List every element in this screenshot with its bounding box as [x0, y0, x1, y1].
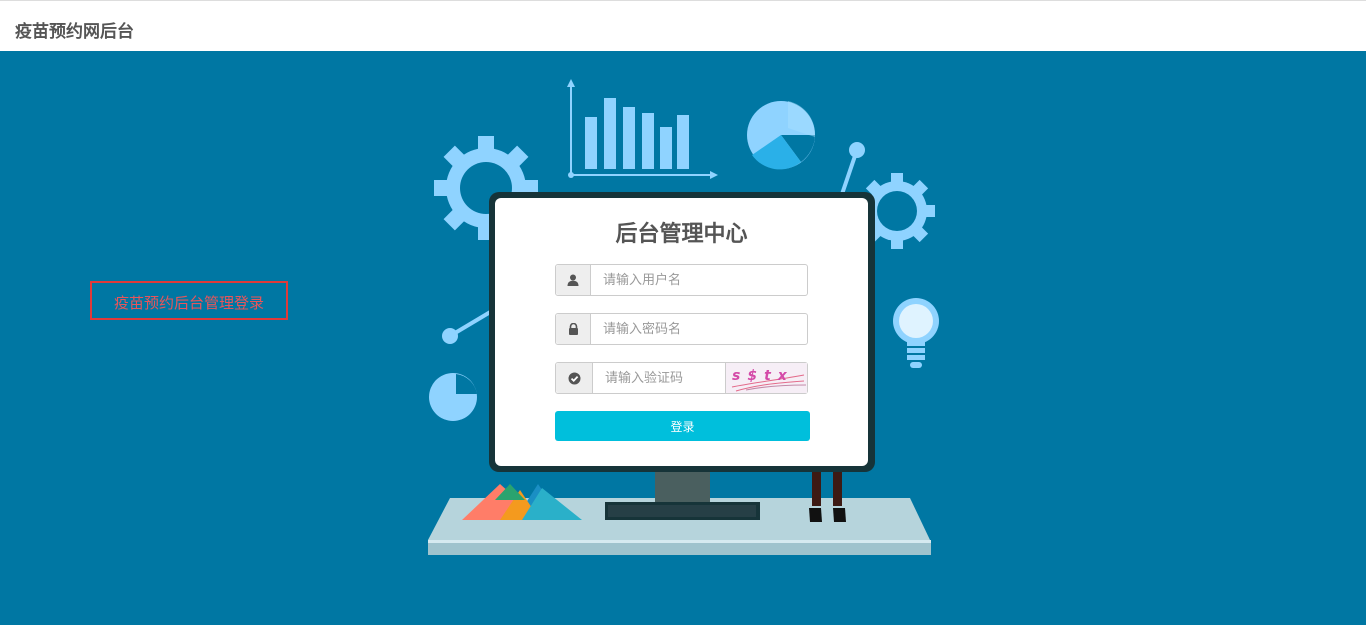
password-input[interactable]: [591, 314, 801, 344]
login-button[interactable]: 登录: [555, 411, 810, 441]
captcha-input[interactable]: [593, 363, 728, 393]
username-input[interactable]: [591, 265, 801, 295]
monitor-stand: [605, 465, 760, 520]
password-field: [555, 313, 808, 345]
username-field: [555, 264, 808, 296]
small-pie-chart-illustration: [429, 373, 477, 421]
captcha-text: s$tx: [732, 368, 794, 384]
lock-icon: [556, 314, 591, 344]
captcha-field: s$tx: [555, 362, 808, 394]
login-title: 后台管理中心: [615, 222, 748, 247]
bar-chart-illustration: [567, 79, 718, 179]
lightbulb-icon: [893, 298, 939, 368]
user-icon: [556, 265, 591, 295]
pie-chart-illustration: [747, 101, 816, 170]
captcha-image[interactable]: s$tx: [725, 363, 807, 393]
check-circle-icon: [556, 363, 593, 393]
hint-text: 疫苗预约后台管理登录: [114, 294, 265, 312]
login-card: 后台管理中心 s$tx 登录: [495, 198, 868, 466]
hint-box: 疫苗预约后台管理登录: [90, 281, 288, 320]
